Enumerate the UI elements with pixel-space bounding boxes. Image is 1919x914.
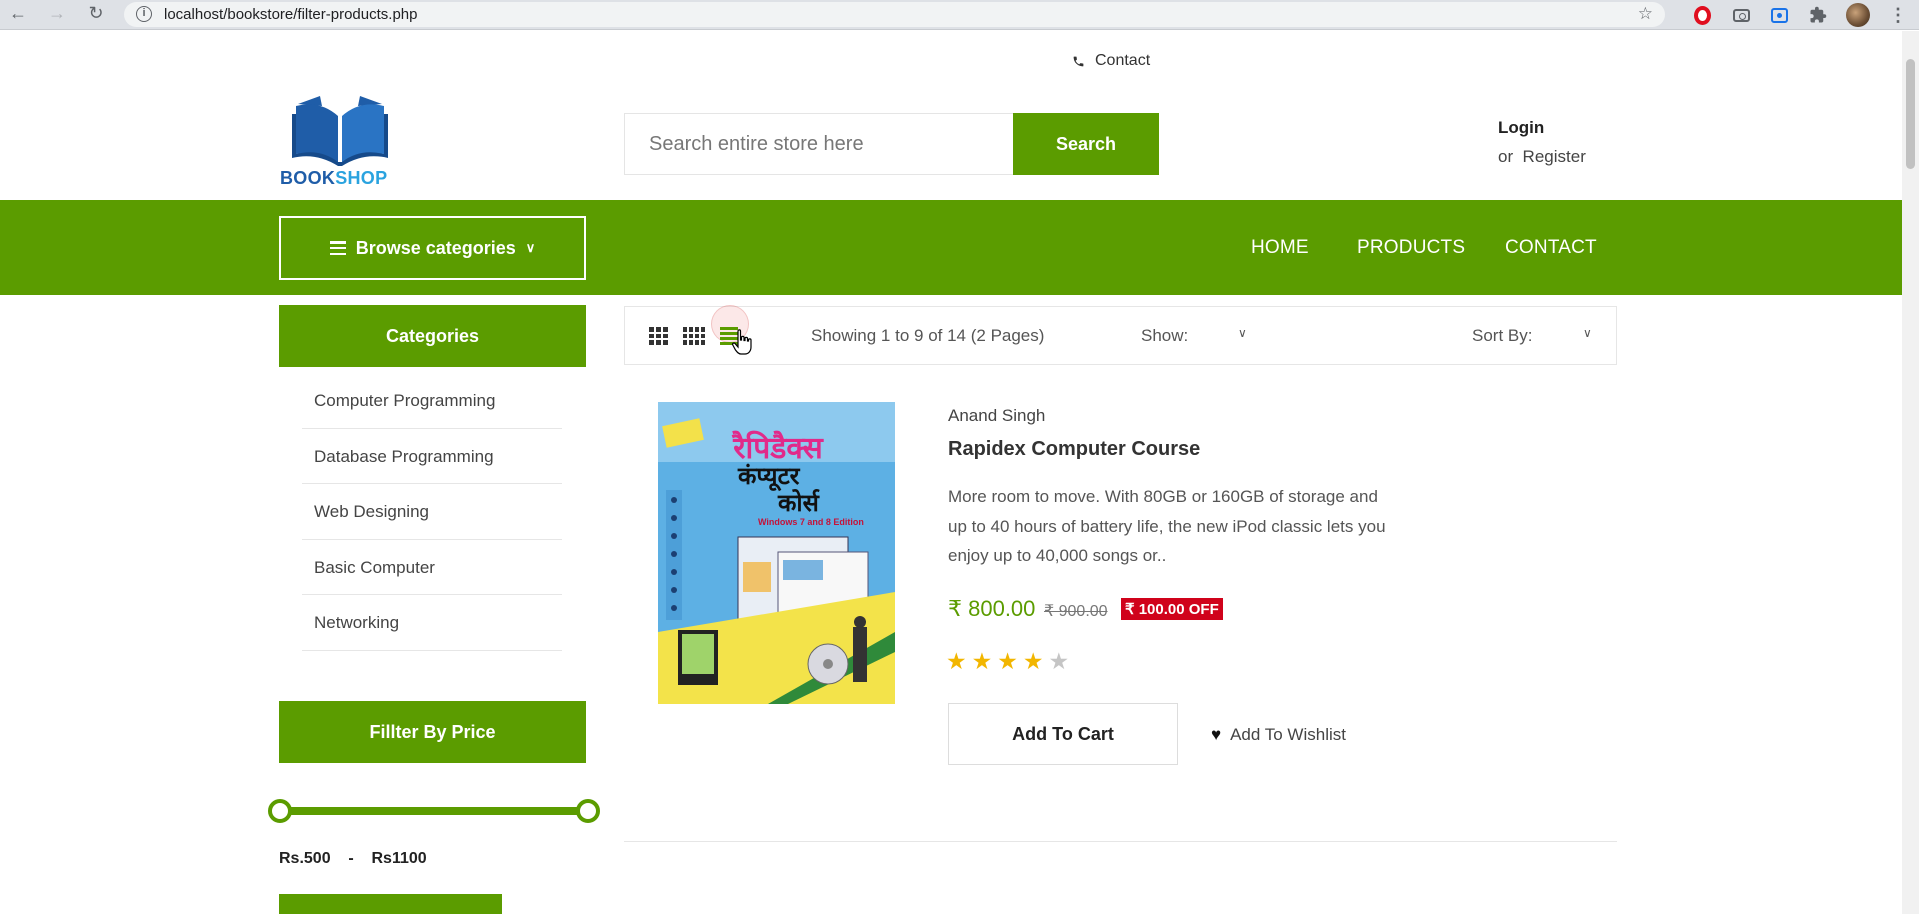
header-contact-link[interactable]: Contact [1072, 52, 1150, 70]
product-description: More room to move. With 80GB or 160GB of… [948, 487, 1386, 565]
product-divider [624, 841, 1617, 842]
product-price: ₹ 800.00 [948, 596, 1036, 621]
page-scrollbar[interactable] [1902, 31, 1919, 914]
info-icon[interactable]: i [136, 6, 152, 22]
filter-by-price-heading: Fillter By Price [279, 701, 586, 763]
bookmark-star-icon[interactable]: ☆ [1638, 4, 1653, 24]
browser-toolbar: ← → ↻ i localhost/bookstore/filter-produ… [0, 0, 1919, 30]
nav-products[interactable]: PRODUCTS [1357, 237, 1465, 259]
address-bar[interactable]: i localhost/bookstore/filter-products.ph… [124, 2, 1665, 27]
product-image[interactable]: रैपिडैक्स कंप्यूटर कोर्स Windows 7 and 8… [658, 402, 895, 704]
heart-icon: ♥ [1211, 725, 1222, 744]
price-range-label: Rs.500 - Rs1100 [279, 850, 427, 867]
profile-avatar[interactable] [1845, 2, 1871, 28]
price-range-min-handle[interactable] [268, 799, 292, 823]
register-link[interactable]: or Register [1498, 147, 1586, 167]
star-filled-icon: ★ [997, 648, 1018, 674]
scrollbar-thumb[interactable] [1906, 59, 1915, 169]
camera-extension-icon[interactable] [1731, 5, 1751, 25]
url-text[interactable]: localhost/bookstore/filter-products.php [164, 6, 417, 23]
star-empty-icon: ★ [1048, 648, 1070, 674]
categories-heading: Categories [279, 305, 586, 367]
back-arrow-icon[interactable]: ← [6, 3, 30, 24]
add-to-wishlist-link[interactable]: ♥ Add To Wishlist [1211, 725, 1346, 745]
product-author: Anand Singh [948, 406, 1046, 425]
search-input[interactable]: Search entire store here [624, 113, 1013, 175]
product-toolbar: Showing 1 to 9 of 14 (2 Pages) Show: ∨ S… [624, 305, 1617, 365]
browse-categories-label: Browse categories [355, 237, 516, 258]
search-button[interactable]: Search [1013, 113, 1159, 175]
hamburger-icon [329, 241, 346, 255]
nav-home[interactable]: HOME [1251, 237, 1309, 259]
grid-view-icon[interactable] [649, 327, 668, 345]
browser-menu-icon[interactable]: ⋮ [1888, 5, 1908, 25]
category-web-designing[interactable]: Web Designing [302, 484, 562, 540]
category-basic-computer[interactable]: Basic Computer [302, 540, 562, 595]
reload-icon[interactable]: ↻ [84, 3, 108, 24]
opera-extension-icon[interactable] [1692, 5, 1712, 25]
cover-edition: Windows 7 and 8 Edition [758, 517, 864, 527]
chevron-down-icon[interactable]: ∨ [1238, 326, 1247, 340]
product-rating: ★ ★ ★ ★ ★ [946, 648, 1069, 675]
hand-cursor-icon [732, 329, 752, 355]
nav-contact[interactable]: CONTACT [1505, 237, 1597, 259]
price-range-max-handle[interactable] [576, 799, 600, 823]
category-networking[interactable]: Networking [302, 595, 562, 651]
price-range-track[interactable] [280, 807, 588, 815]
open-book-icon [292, 96, 388, 166]
discount-badge: ₹ 100.00 OFF [1121, 598, 1223, 620]
add-to-cart-button[interactable]: Add To Cart [948, 703, 1178, 765]
logo-text: BOOKSHOP [280, 168, 388, 188]
chevron-down-icon: ∨ [525, 240, 536, 255]
bookshop-logo[interactable]: BOOKSHOP [280, 96, 400, 189]
category-computer-programming[interactable]: Computer Programming [302, 373, 562, 429]
product-old-price: ₹ 900.00 [1044, 603, 1108, 620]
extensions-puzzle-icon[interactable] [1808, 5, 1828, 25]
product-title[interactable]: Rapidex Computer Course [948, 438, 1200, 461]
contact-label[interactable]: Contact [1095, 52, 1150, 70]
category-list: Computer Programming Database Programmin… [302, 373, 562, 651]
star-filled-icon: ★ [1022, 648, 1044, 674]
pagination-summary: Showing 1 to 9 of 14 (2 Pages) [811, 326, 1045, 345]
show-limit-select[interactable]: Show: [1141, 326, 1188, 346]
category-database-programming[interactable]: Database Programming [302, 429, 562, 484]
sort-by-select[interactable]: Sort By: [1472, 326, 1532, 346]
forward-arrow-icon[interactable]: → [45, 3, 69, 24]
compact-grid-view-icon[interactable] [683, 327, 705, 345]
add-to-wishlist-label: Add To Wishlist [1230, 725, 1346, 744]
login-link[interactable]: Login [1498, 118, 1544, 138]
phone-icon [1073, 56, 1084, 66]
star-filled-icon: ★ [971, 648, 993, 674]
chevron-down-icon[interactable]: ∨ [1583, 326, 1592, 340]
cover-title-line3: कोर्स [778, 489, 819, 517]
filter-submit-button[interactable] [279, 894, 502, 914]
browse-categories-button[interactable]: Browse categories ∨ [279, 216, 586, 280]
screen-recorder-extension-icon[interactable] [1769, 5, 1789, 25]
star-filled-icon: ★ [946, 648, 967, 674]
